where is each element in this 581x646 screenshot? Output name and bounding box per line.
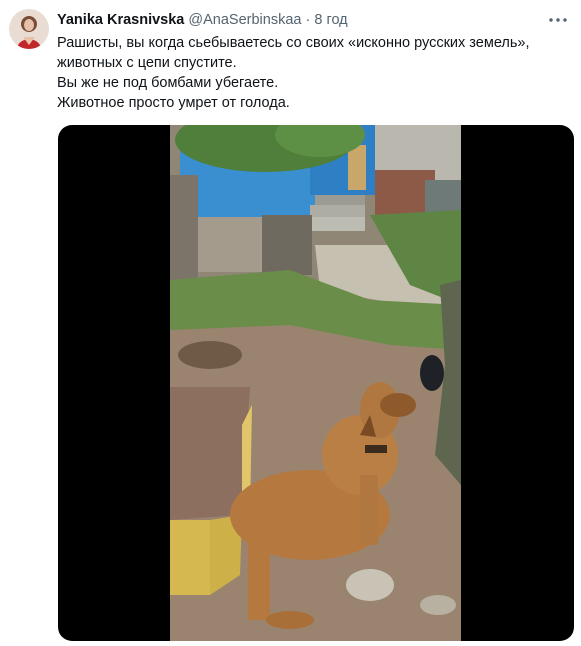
avatar-image xyxy=(9,9,49,49)
tweet-text: Рашисты, вы когда сьебываетесь со своих … xyxy=(57,33,565,113)
tweet-text-line: животных с цепи спустите. xyxy=(57,55,237,71)
tweet-card[interactable]: Yanika Krasnivska @AnaSerbinskaa · 8 год… xyxy=(0,0,581,646)
author-handle[interactable]: @AnaSerbinskaa xyxy=(188,12,301,28)
more-dots-icon xyxy=(549,18,567,22)
more-options-button[interactable] xyxy=(547,9,569,31)
video-frame-dog-on-chain xyxy=(170,125,461,641)
author-avatar[interactable] xyxy=(9,9,49,49)
meta-separator: · xyxy=(305,12,311,28)
tweet-media-video[interactable] xyxy=(58,125,574,641)
tweet-text-line: Рашисты, вы когда сьебываетесь со своих … xyxy=(57,35,530,51)
tweet-text-line: Животное просто умрет от голода. xyxy=(57,95,290,111)
tweet-timestamp[interactable]: 8 год xyxy=(314,12,347,28)
tweet-header: Yanika Krasnivska @AnaSerbinskaa · 8 год xyxy=(57,11,541,29)
author-name[interactable]: Yanika Krasnivska xyxy=(57,12,184,28)
tweet-text-line: Вы же не под бомбами убегаете. xyxy=(57,75,279,91)
